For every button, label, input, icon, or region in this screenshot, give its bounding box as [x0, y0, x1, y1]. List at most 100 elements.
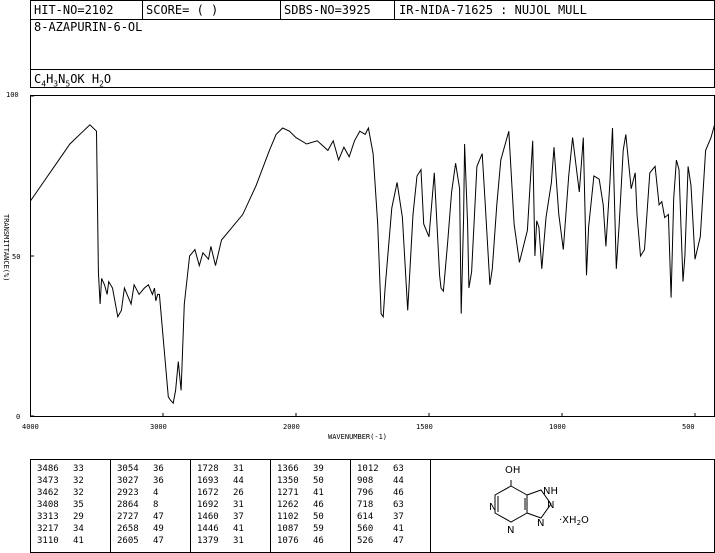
x-tick-label: 4000	[22, 423, 39, 431]
peak-transmittance: 31	[233, 464, 244, 474]
peak-transmittance: 44	[393, 476, 404, 486]
peak-row: 1012 63	[357, 464, 404, 475]
x-tick-label: 2000	[283, 423, 300, 431]
peak-row: 1076 46	[277, 536, 324, 547]
peak-wavenumber: 560	[357, 524, 374, 534]
peak-wavenumber: 2923	[117, 488, 139, 498]
score-cell: SCORE= ( )	[143, 1, 281, 19]
peak-row: 718 63	[357, 500, 404, 511]
peak-row: 1087 59	[277, 524, 324, 535]
peak-column: 1728 31 1693 44 1672 26 1692 31 1460 37 1446 41 1379…	[191, 460, 271, 552]
peak-transmittance: 46	[393, 488, 404, 498]
n-label: N	[507, 525, 514, 536]
peak-row: 3408 35	[37, 500, 84, 511]
peak-row: 796 46	[357, 488, 404, 499]
x-tick-label: 1500	[416, 423, 433, 431]
header-row: HIT-NO=2102 SCORE= ( ) SDBS-NO=3925 IR-N…	[31, 1, 714, 20]
peak-wavenumber: 2605	[117, 536, 139, 546]
peak-wavenumber: 1087	[277, 524, 299, 534]
x-tick-label: 500	[682, 423, 695, 431]
peak-row: 2658 49	[117, 524, 164, 535]
peak-transmittance: 4	[153, 488, 159, 498]
peak-transmittance: 29	[73, 512, 84, 522]
peak-row: 1446 41	[197, 524, 244, 535]
peak-row: 1672 26	[197, 488, 244, 499]
peak-row: 2727 47	[117, 512, 164, 523]
peak-wavenumber: 3486	[37, 464, 59, 474]
peak-transmittance: 59	[313, 524, 324, 534]
peak-transmittance: 39	[313, 464, 324, 474]
peak-transmittance: 36	[153, 476, 164, 486]
peak-transmittance: 36	[153, 464, 164, 474]
y-tick-label: 50	[12, 253, 21, 261]
peak-wavenumber: 1076	[277, 536, 299, 546]
peak-wavenumber: 718	[357, 500, 374, 510]
peak-transmittance: 41	[73, 536, 84, 546]
peak-row: 3054 36	[117, 464, 164, 475]
peak-wavenumber: 1262	[277, 500, 299, 510]
transmittance-line	[30, 121, 715, 405]
peak-transmittance: 31	[233, 536, 244, 546]
peak-wavenumber: 1446	[197, 524, 219, 534]
x-axis-label: WAVENUMBER(-1)	[328, 433, 388, 441]
peak-transmittance: 50	[313, 476, 324, 486]
peak-transmittance: 32	[73, 476, 84, 486]
peak-wavenumber: 3313	[37, 512, 59, 522]
peak-wavenumber: 1460	[197, 512, 219, 522]
peak-transmittance: 33	[73, 464, 84, 474]
peak-row: 2864 8	[117, 500, 158, 511]
peak-transmittance: 63	[393, 464, 404, 474]
peak-row: 3217 34	[37, 524, 84, 535]
peak-wavenumber: 1672	[197, 488, 219, 498]
peak-transmittance: 46	[313, 500, 324, 510]
peak-wavenumber: 1692	[197, 500, 219, 510]
ir-spectrum-plot	[30, 95, 715, 417]
peak-row: 3473 32	[37, 476, 84, 487]
peak-wavenumber: 3473	[37, 476, 59, 486]
sdbs-no: SDBS-NO=3925	[284, 3, 371, 17]
header-divider	[31, 69, 714, 70]
peak-row: 3110 41	[37, 536, 84, 547]
x-tick-label: 1000	[549, 423, 566, 431]
peak-row: 614 37	[357, 512, 404, 523]
peak-wavenumber: 1102	[277, 512, 299, 522]
peak-row: 2923 4	[117, 488, 158, 499]
peak-wavenumber: 1271	[277, 488, 299, 498]
peak-transmittance: 37	[233, 512, 244, 522]
n-label: N	[547, 500, 554, 511]
peak-transmittance: 35	[73, 500, 84, 510]
peak-wavenumber: 2864	[117, 500, 139, 510]
peak-row: 1366 39	[277, 464, 324, 475]
peak-wavenumber: 3408	[37, 500, 59, 510]
peak-transmittance: 49	[153, 524, 164, 534]
peak-table: 3486 33 3473 32 3462 32 3408 35 3313 29 3217 34 3110…	[31, 460, 431, 552]
y-tick-label: 100	[6, 91, 19, 99]
peak-wavenumber: 3462	[37, 488, 59, 498]
peak-column: 1012 63 908 44 796 46 718 63 614 37 560 41 526 47	[351, 460, 431, 552]
peak-wavenumber: 1379	[197, 536, 219, 546]
y-tick-label: 0	[16, 413, 21, 421]
peak-row: 1692 31	[197, 500, 244, 511]
peak-transmittance: 44	[233, 476, 244, 486]
peak-row: 3462 32	[37, 488, 84, 499]
peak-transmittance: 46	[313, 536, 324, 546]
peak-transmittance: 37	[393, 512, 404, 522]
peak-wavenumber: 796	[357, 488, 374, 498]
peak-wavenumber: 2727	[117, 512, 139, 522]
peak-transmittance: 47	[153, 512, 164, 522]
peak-row: 908 44	[357, 476, 404, 487]
hydrate-label: ·XH2O	[559, 515, 589, 527]
peak-wavenumber: 908	[357, 476, 374, 486]
peak-wavenumber: 3054	[117, 464, 139, 474]
peak-row: 1102 50	[277, 512, 324, 523]
peak-transmittance: 8	[153, 500, 159, 510]
peak-transmittance: 63	[393, 500, 404, 510]
peak-transmittance: 34	[73, 524, 84, 534]
peak-row: 526 47	[357, 536, 404, 547]
peak-row: 1460 37	[197, 512, 244, 523]
peak-wavenumber: 2658	[117, 524, 139, 534]
peak-transmittance: 26	[233, 488, 244, 498]
peak-row: 1728 31	[197, 464, 244, 475]
peak-transmittance: 32	[73, 488, 84, 498]
peak-row: 3313 29	[37, 512, 84, 523]
